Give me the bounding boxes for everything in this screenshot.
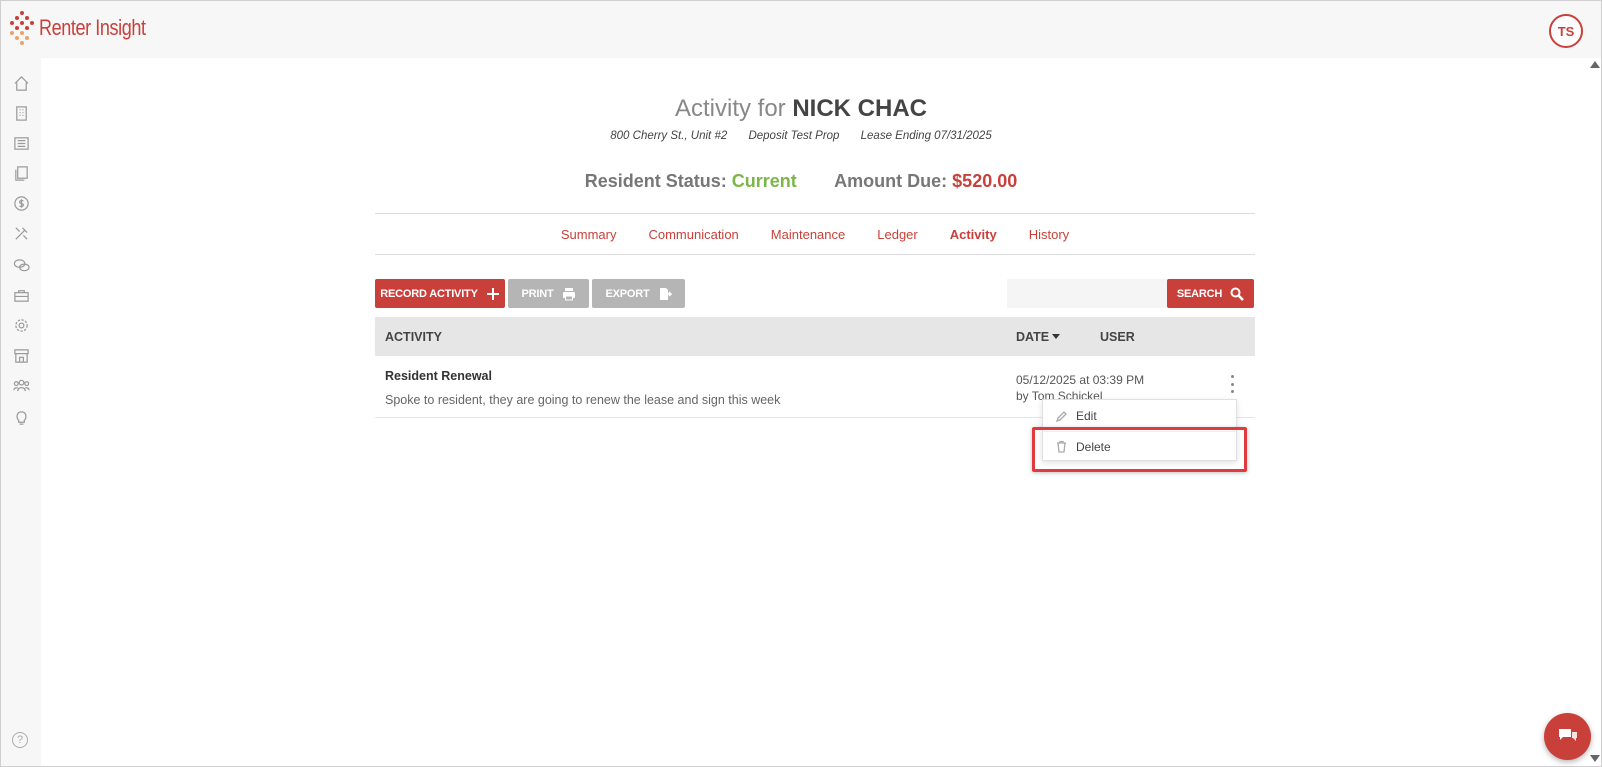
activity-title: Resident Renewal [385, 369, 492, 383]
export-file-icon [659, 287, 672, 300]
logo[interactable]: Renter Insight [9, 11, 169, 45]
column-date-label: DATE [1016, 330, 1050, 344]
top-bar: Renter Insight TS [1, 1, 1601, 58]
column-activity: ACTIVITY [385, 330, 442, 344]
tab-communication[interactable]: Communication [648, 227, 738, 242]
search-button[interactable]: SEARCH [1167, 279, 1254, 308]
status-value: Current [731, 171, 797, 191]
tab-summary[interactable]: Summary [561, 227, 617, 242]
address: 800 Cherry St., Unit #2 [610, 130, 728, 142]
page-title: Activity for NICK CHAC [1, 95, 1601, 123]
help-icon[interactable]: ? [12, 732, 28, 748]
sidebar [1, 58, 41, 766]
storefront-icon[interactable] [12, 346, 30, 364]
tools-icon[interactable] [12, 224, 30, 242]
tab-history[interactable]: History [1029, 227, 1069, 242]
chat-bubbles-icon[interactable] [12, 256, 30, 274]
status-label: Resident Status: [584, 171, 727, 191]
export-label: EXPORT [605, 287, 650, 300]
record-activity-label: RECORD ACTIVITY [380, 287, 478, 300]
search-icon [1230, 287, 1245, 301]
people-icon[interactable] [12, 376, 30, 394]
dollar-icon[interactable] [12, 194, 30, 212]
amount-due-label: Amount Due: [834, 171, 948, 191]
tab-maintenance[interactable]: Maintenance [771, 227, 845, 242]
column-date[interactable]: DATE [1016, 330, 1061, 344]
chat-icon [1558, 728, 1577, 741]
app-name: Renter Insight [39, 15, 146, 40]
search-input[interactable] [1007, 279, 1167, 308]
gear-icon[interactable] [12, 316, 30, 334]
column-user: USER [1100, 330, 1135, 344]
resident-name: NICK CHAC [792, 95, 928, 122]
resident-tabs: Summary Communication Maintenance Ledger… [375, 213, 1255, 255]
amount-due-value: $520.00 [952, 171, 1018, 191]
activity-description: Spoke to resident, they are going to ren… [385, 393, 781, 407]
resident-subinfo: 800 Cherry St., Unit #2 Deposit Test Pro… [1, 130, 1601, 142]
logo-icon [9, 11, 35, 45]
print-button[interactable]: PRINT [508, 279, 589, 308]
status-line: Resident Status: Current Amount Due: $52… [1, 171, 1601, 192]
delete-highlight-box [1032, 427, 1247, 472]
avatar[interactable]: TS [1549, 14, 1583, 48]
pencil-icon [1055, 410, 1067, 422]
sort-caret-down-icon [1052, 334, 1061, 339]
tab-ledger[interactable]: Ledger [877, 227, 917, 242]
export-button[interactable]: EXPORT [592, 279, 685, 308]
title-prefix: Activity for [674, 95, 786, 122]
home-icon[interactable] [12, 74, 30, 92]
print-label: PRINT [521, 287, 554, 300]
printer-icon [562, 287, 575, 300]
plus-icon [486, 287, 499, 300]
activity-table-header: ACTIVITY DATE USER [375, 317, 1255, 356]
record-activity-button[interactable]: RECORD ACTIVITY [375, 279, 505, 308]
chat-widget-button[interactable] [1544, 713, 1591, 760]
tab-activity[interactable]: Activity [950, 227, 997, 242]
lightbulb-icon[interactable] [12, 408, 30, 426]
lease-ending: Lease Ending 07/31/2025 [860, 130, 992, 142]
more-options-icon[interactable] [1229, 375, 1235, 393]
search-label: SEARCH [1176, 287, 1223, 300]
briefcase-icon[interactable] [12, 286, 30, 304]
property-name: Deposit Test Prop [748, 130, 840, 142]
scroll-down-arrow[interactable] [1590, 755, 1600, 762]
activity-date: 05/12/2025 at 03:39 PM [1016, 373, 1145, 387]
edit-label: Edit [1076, 409, 1097, 423]
scroll-up-arrow[interactable] [1590, 61, 1600, 68]
